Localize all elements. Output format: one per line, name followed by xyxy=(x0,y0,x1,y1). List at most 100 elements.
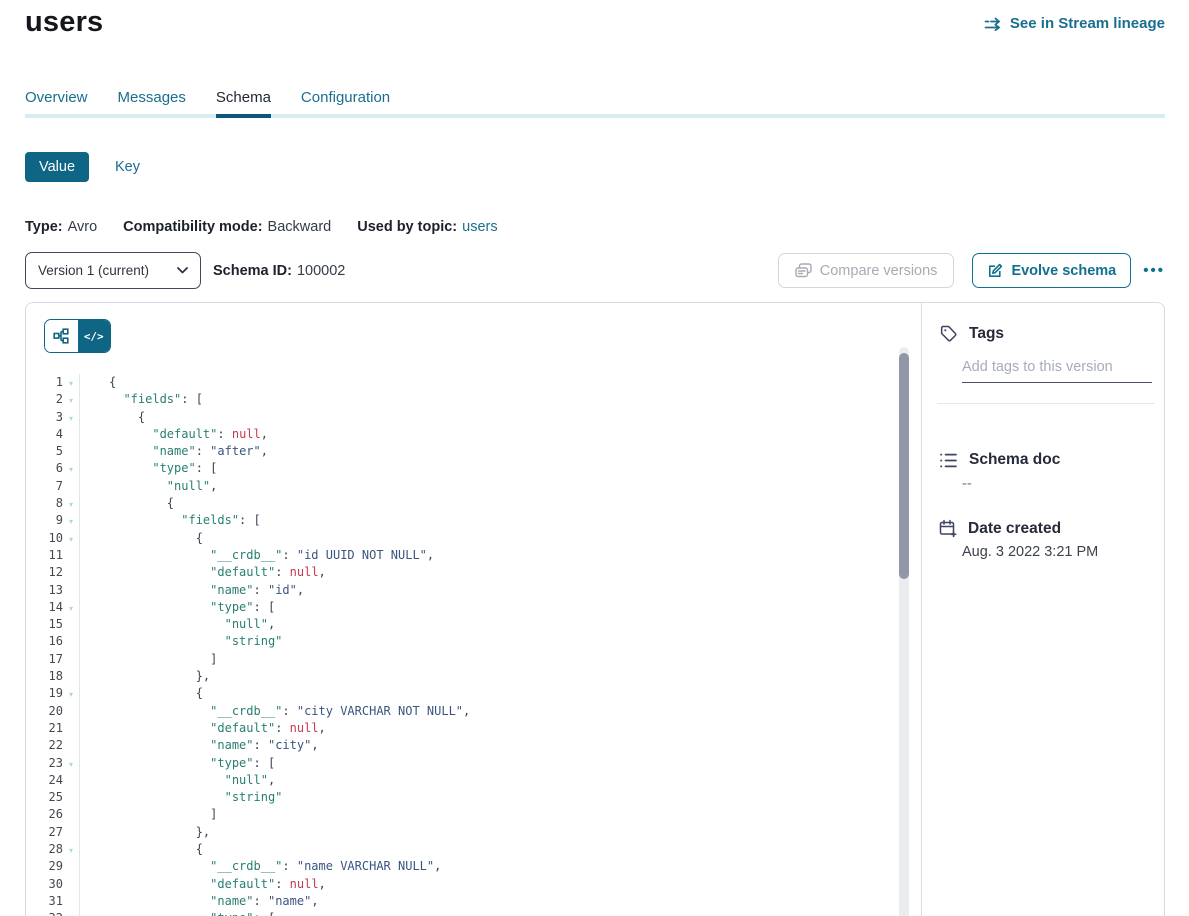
code-text: { xyxy=(79,409,896,426)
code-line: 12 "default": null, xyxy=(26,564,896,581)
value-key-toggle: Value Key xyxy=(25,152,140,182)
code-line: 28▾ { xyxy=(26,841,896,858)
fold-arrow-icon[interactable]: ▾ xyxy=(63,530,79,547)
code-line: 6▾ "type": [ xyxy=(26,460,896,477)
line-number: 29 xyxy=(26,858,63,875)
code-text: "type": [ xyxy=(79,599,896,616)
code-text: { xyxy=(79,841,896,858)
code-line: 11 "__crdb__": "id UUID NOT NULL", xyxy=(26,547,896,564)
code-text: "__crdb__": "city VARCHAR NOT NULL", xyxy=(79,703,896,720)
code-text: "default": null, xyxy=(79,564,896,581)
meta-compatibility: Compatibility mode:Backward xyxy=(123,219,331,235)
fold-arrow-icon[interactable]: ▾ xyxy=(63,841,79,858)
tags-input[interactable] xyxy=(962,356,1152,383)
line-number: 23 xyxy=(26,755,63,772)
fold-arrow-slot xyxy=(63,858,79,875)
line-number: 8 xyxy=(26,495,63,512)
code-line: 9▾ "fields": [ xyxy=(26,512,896,529)
code-text: "fields": [ xyxy=(79,512,896,529)
code-text: "__crdb__": "id UUID NOT NULL", xyxy=(79,547,896,564)
line-number: 27 xyxy=(26,824,63,841)
chevron-down-icon xyxy=(177,267,188,274)
tree-view-button[interactable] xyxy=(45,320,78,352)
schema-id-value: 100002 xyxy=(297,263,345,279)
code-line: 23▾ "type": [ xyxy=(26,755,896,772)
tab-schema[interactable]: Schema xyxy=(216,89,271,118)
meta-compatibility-value: Backward xyxy=(268,219,332,235)
fold-arrow-slot xyxy=(63,651,79,668)
edit-icon xyxy=(987,263,1003,279)
compare-versions-label: Compare versions xyxy=(820,263,938,279)
evolve-schema-button[interactable]: Evolve schema xyxy=(972,253,1131,288)
code-text: "type": [ xyxy=(79,910,896,916)
line-number: 7 xyxy=(26,478,63,495)
more-options-button[interactable]: ••• xyxy=(1143,262,1165,279)
code-line: 17 ] xyxy=(26,651,896,668)
code-line: 1▾{ xyxy=(26,374,896,391)
line-number: 32 xyxy=(26,910,63,916)
code-line: 27 }, xyxy=(26,824,896,841)
line-number: 31 xyxy=(26,893,63,910)
fold-arrow-icon[interactable]: ▾ xyxy=(63,512,79,529)
schema-doc-header: Schema doc xyxy=(939,451,1060,469)
code-text: { xyxy=(79,530,896,547)
editor-scrollbar-thumb[interactable] xyxy=(899,353,909,579)
version-select[interactable]: Version 1 (current) xyxy=(25,252,201,289)
meta-type: Type:Avro xyxy=(25,219,97,235)
fold-arrow-icon[interactable]: ▾ xyxy=(63,374,79,391)
code-text: "default": null, xyxy=(79,876,896,893)
code-text: "name": "id", xyxy=(79,582,896,599)
compare-versions-button[interactable]: Compare versions xyxy=(778,253,955,288)
tag-icon xyxy=(939,324,958,343)
list-icon xyxy=(939,452,958,469)
stream-lineage-link[interactable]: See in Stream lineage xyxy=(984,15,1165,32)
fold-arrow-slot xyxy=(63,789,79,806)
view-toggle: </> xyxy=(44,319,111,353)
fold-arrow-slot xyxy=(63,564,79,581)
code-text: { xyxy=(79,495,896,512)
fold-arrow-slot xyxy=(63,616,79,633)
code-line: 29 "__crdb__": "name VARCHAR NULL", xyxy=(26,858,896,875)
line-number: 13 xyxy=(26,582,63,599)
fold-arrow-icon[interactable]: ▾ xyxy=(63,391,79,408)
code-text: "fields": [ xyxy=(79,391,896,408)
fold-arrow-slot xyxy=(63,668,79,685)
topic-link[interactable]: users xyxy=(462,219,497,235)
line-number: 9 xyxy=(26,512,63,529)
fold-arrow-slot xyxy=(63,478,79,495)
fold-arrow-icon[interactable]: ▾ xyxy=(63,685,79,702)
line-number: 25 xyxy=(26,789,63,806)
fold-arrow-icon[interactable]: ▾ xyxy=(63,460,79,477)
date-created-value: Aug. 3 2022 3:21 PM xyxy=(962,544,1098,560)
code-view-button[interactable]: </> xyxy=(78,320,111,352)
line-number: 18 xyxy=(26,668,63,685)
code-line: 4 "default": null, xyxy=(26,426,896,443)
code-line: 7 "null", xyxy=(26,478,896,495)
fold-arrow-slot xyxy=(63,806,79,823)
code-line: 30 "default": null, xyxy=(26,876,896,893)
fold-arrow-icon[interactable]: ▾ xyxy=(63,495,79,512)
schema-meta-row: Type:Avro Compatibility mode:Backward Us… xyxy=(25,219,498,235)
code-text: "name": "city", xyxy=(79,737,896,754)
code-text: { xyxy=(79,374,896,391)
meta-type-label: Type: xyxy=(25,219,63,235)
fold-arrow-icon[interactable]: ▾ xyxy=(63,599,79,616)
date-created-header: Date created xyxy=(939,519,1061,538)
code-line: 26 ] xyxy=(26,806,896,823)
fold-arrow-icon[interactable]: ▾ xyxy=(63,409,79,426)
code-text: "name": "name", xyxy=(79,893,896,910)
fold-arrow-slot xyxy=(63,893,79,910)
fold-arrow-icon[interactable]: ▾ xyxy=(63,755,79,772)
stream-lineage-label: See in Stream lineage xyxy=(1010,15,1165,32)
code-text: { xyxy=(79,685,896,702)
code-line: 2▾ "fields": [ xyxy=(26,391,896,408)
tags-section-header: Tags xyxy=(939,324,1004,343)
value-tab-button[interactable]: Value xyxy=(25,152,89,182)
code-view-icon: </> xyxy=(84,330,104,343)
key-tab-button[interactable]: Key xyxy=(115,159,140,175)
editor-scrollbar-track[interactable] xyxy=(899,347,909,916)
code-line: 22 "name": "city", xyxy=(26,737,896,754)
line-number: 11 xyxy=(26,547,63,564)
fold-arrow-icon[interactable]: ▾ xyxy=(63,910,79,916)
compare-versions-icon xyxy=(795,263,812,278)
